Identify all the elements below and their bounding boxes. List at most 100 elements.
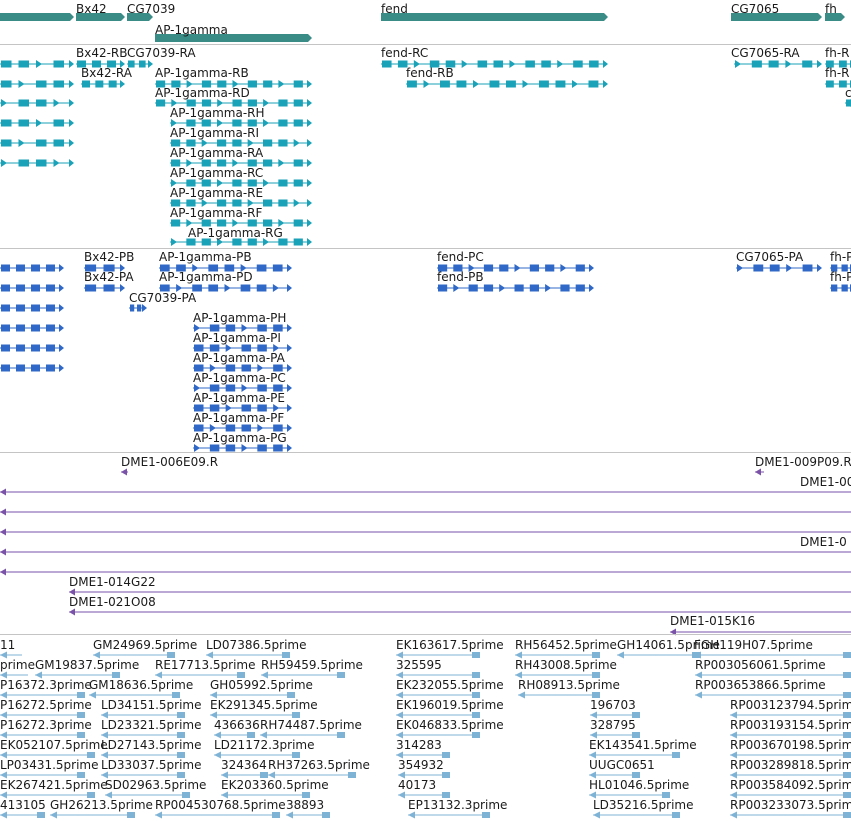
est-label[interactable]: 413105 (0, 798, 46, 812)
protein-label[interactable]: AP-1gamma-PG (193, 431, 287, 445)
est-label[interactable]: EK163617.5prime (396, 638, 504, 652)
est-label[interactable]: GM18636.5prime (89, 678, 193, 692)
transcript-label[interactable]: fh-R (825, 46, 850, 60)
protein-label[interactable]: fh-P (830, 250, 851, 264)
protein-feature[interactable] (0, 344, 64, 352)
clone-label[interactable]: DME1-0 (800, 535, 847, 549)
protein-feature[interactable] (437, 284, 594, 292)
est-label[interactable]: RE17713.5prime (155, 658, 256, 672)
protein-label[interactable]: AP-1gamma-PI (193, 331, 281, 345)
est-label[interactable]: RP003123794.5prime (730, 698, 851, 712)
protein-label[interactable]: AP-1gamma-PE (193, 391, 285, 405)
protein-feature[interactable] (736, 264, 822, 272)
est-label[interactable]: LD35216.5prime (593, 798, 694, 812)
est-label[interactable]: LP03431.5prime (0, 758, 99, 772)
protein-label[interactable]: AP-1gamma-PB (159, 250, 252, 264)
est-label[interactable]: EK203360.5prime (221, 778, 329, 792)
est-label[interactable]: RH56452.5prime (515, 638, 617, 652)
est-label[interactable]: EK196019.5prime (396, 698, 504, 712)
transcript-label[interactable]: AP-1gamma-RB (155, 66, 249, 80)
clone-label[interactable]: DME1-009P09.R (755, 455, 851, 469)
clone-label[interactable]: DME1-006E09.R (121, 455, 218, 469)
est-label[interactable]: 11 (0, 638, 15, 652)
transcript-label[interactable]: AP-1gamma-RD (155, 86, 250, 100)
protein-label[interactable]: AP-1gamma-PH (193, 311, 286, 325)
est-feature[interactable] (50, 811, 135, 819)
protein-feature[interactable] (0, 284, 64, 292)
protein-label[interactable]: fend-PC (437, 250, 484, 264)
transcript-feature[interactable] (0, 119, 74, 127)
transcript-feature[interactable] (845, 99, 851, 107)
clone-label[interactable]: DME1-021O08 (69, 595, 156, 609)
est-label[interactable]: 436636 (214, 718, 260, 732)
clone-label[interactable]: DME1-014G22 (69, 575, 156, 589)
protein-label[interactable]: Bx42-PB (84, 250, 134, 264)
protein-feature[interactable] (84, 284, 125, 292)
est-label[interactable]: 314283 (396, 738, 442, 752)
protein-feature[interactable] (0, 324, 64, 332)
est-label[interactable]: FGH119H07.5prime (694, 638, 813, 652)
est-label[interactable]: RP003653866.5prime (695, 678, 826, 692)
gene-feature[interactable] (381, 13, 608, 21)
transcript-label[interactable]: AP-1gamma-RF (170, 206, 262, 220)
clone-feature[interactable] (0, 508, 851, 516)
transcript-label[interactable]: AP-1gamma-RH (170, 106, 265, 120)
protein-label[interactable]: fend-PB (437, 270, 484, 284)
protein-label[interactable]: Bx42-PA (84, 270, 134, 284)
gene-label[interactable]: Bx42 (76, 2, 107, 16)
est-label[interactable]: P16272.3prime (0, 718, 92, 732)
gene-label[interactable]: AP-1gamma (155, 23, 228, 37)
est-label[interactable]: EK143541.5prime (589, 738, 697, 752)
est-label[interactable]: RH74487.5prime (260, 718, 362, 732)
est-label[interactable]: 40173 (398, 778, 436, 792)
est-label[interactable]: RP003670198.5prime (730, 738, 851, 752)
protein-label[interactable]: CG7039-PA (129, 291, 196, 305)
est-label[interactable]: GH05992.5prime (210, 678, 313, 692)
est-feature[interactable] (155, 811, 280, 819)
est-label[interactable]: 324364 (221, 758, 267, 772)
clone-feature[interactable] (69, 588, 851, 596)
transcript-label[interactable]: CG7039-RA (127, 46, 196, 60)
protein-feature[interactable] (193, 444, 292, 452)
transcript-label[interactable]: fh-R (825, 66, 850, 80)
est-label[interactable]: 38893 (286, 798, 324, 812)
est-label[interactable]: 196703 (590, 698, 636, 712)
est-label[interactable]: LD07386.5prime (206, 638, 307, 652)
transcript-label[interactable]: AP-1gamma-RC (170, 166, 263, 180)
est-label[interactable]: RP004530768.5prime (155, 798, 286, 812)
est-label[interactable]: LD33037.5prime (101, 758, 202, 772)
est-label[interactable]: RH37263.5prime (268, 758, 370, 772)
transcript-feature[interactable] (81, 80, 125, 88)
transcript-label[interactable]: AP-1gamma-RA (170, 146, 263, 160)
est-feature[interactable] (730, 811, 851, 819)
est-label[interactable]: EK232055.5prime (396, 678, 504, 692)
protein-feature[interactable] (830, 284, 851, 292)
est-label[interactable]: HL01046.5prime (589, 778, 689, 792)
est-label[interactable]: RH59459.5prime (261, 658, 363, 672)
clone-feature[interactable] (0, 528, 851, 536)
est-label[interactable]: EK267421.5prime (0, 778, 108, 792)
protein-label[interactable]: AP-1gamma-PC (193, 371, 286, 385)
clone-label[interactable]: DME1-015K16 (670, 614, 755, 628)
transcript-label[interactable]: fend-RC (381, 46, 428, 60)
clone-label[interactable]: DME1-00 (800, 475, 851, 489)
clone-feature[interactable] (0, 488, 851, 496)
est-label[interactable]: RP003193154.5prime (730, 718, 851, 732)
est-feature[interactable] (0, 811, 45, 819)
transcript-feature[interactable] (406, 80, 608, 88)
transcript-label[interactable]: fend-RB (406, 66, 454, 80)
est-label[interactable]: P16272.5prime (0, 698, 92, 712)
est-feature[interactable] (593, 811, 680, 819)
protein-label[interactable]: fh-P (830, 270, 851, 284)
gene-label[interactable]: CG7039 (127, 2, 175, 16)
est-label[interactable]: LD34151.5prime (101, 698, 202, 712)
est-label[interactable]: LD27143.5prime (101, 738, 202, 752)
est-label[interactable]: GM19837.5prime (35, 658, 139, 672)
protein-label[interactable]: AP-1gamma-PD (159, 270, 253, 284)
est-label[interactable]: LD23321.5prime (101, 718, 202, 732)
gene-bar[interactable] (0, 13, 70, 21)
gene-bar[interactable] (381, 13, 604, 21)
transcript-feature[interactable] (0, 159, 74, 167)
est-label[interactable]: EP13132.3prime (408, 798, 507, 812)
gene-label[interactable]: fend (381, 2, 408, 16)
